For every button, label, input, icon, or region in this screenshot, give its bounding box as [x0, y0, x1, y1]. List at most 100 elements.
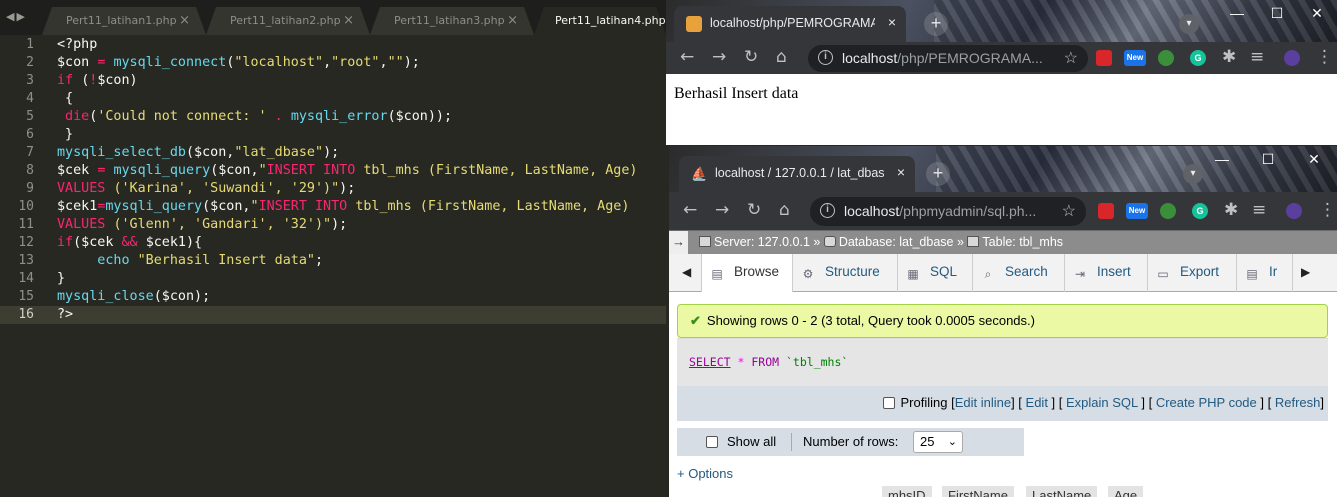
editor-tab-latihan3[interactable]: Pert11_latihan3.php ×: [370, 7, 534, 35]
code-line[interactable]: 3 if (!$con): [0, 72, 666, 90]
browser-tab[interactable]: localhost/php/PEMROGRAMAN W ×: [674, 6, 906, 42]
code-line[interactable]: 13 echo "Berhasil Insert data";: [0, 252, 666, 270]
options-link[interactable]: + Options: [677, 466, 733, 481]
code-line[interactable]: 16 ?>: [0, 306, 666, 324]
close-icon[interactable]: ×: [507, 7, 518, 35]
code-token: $con: [57, 55, 98, 70]
back-icon[interactable]: ←: [680, 47, 694, 67]
tab-nav-arrows-icon[interactable]: ◀▶: [6, 10, 27, 23]
close-icon[interactable]: ×: [897, 164, 905, 180]
number-of-rows-select[interactable]: 25 ⌄: [913, 431, 963, 453]
collapse-nav-icon[interactable]: →: [669, 231, 688, 254]
reading-list-icon[interactable]: ≡: [1252, 200, 1266, 220]
site-info-icon[interactable]: i: [818, 50, 833, 65]
column-header[interactable]: Age: [1108, 486, 1144, 497]
site-info-icon[interactable]: i: [820, 203, 835, 218]
minimize-button[interactable]: —: [1217, 0, 1257, 30]
editor-tab-latihan1[interactable]: Pert11_latihan1.php ×: [42, 7, 206, 35]
extension-icon[interactable]: [1158, 50, 1174, 66]
query-tools: Profiling [Edit inline] [ Edit ] [ Expla…: [677, 386, 1328, 421]
brave-shield-icon[interactable]: [1096, 50, 1112, 66]
breadcrumb-server[interactable]: Server: 127.0.0.1: [714, 235, 810, 249]
column-header[interactable]: FirstName: [942, 486, 1014, 497]
code-line[interactable]: 15 mysqli_close($con);: [0, 288, 666, 306]
code-line[interactable]: 2 $con = mysqli_connect("localhost","root…: [0, 54, 666, 72]
profiling-checkbox[interactable]: [882, 397, 895, 409]
address-bar[interactable]: i localhost/phpmyadmin/sql.ph... ☆: [810, 197, 1086, 226]
close-icon[interactable]: ×: [179, 7, 190, 35]
code-line[interactable]: 12 if($cek && $cek1){: [0, 234, 666, 252]
code-line[interactable]: 5 die('Could not connect: ' . mysqli_err…: [0, 108, 666, 126]
code-line[interactable]: 10 $cek1=mysqli_query($con,"INSERT INTO t…: [0, 198, 666, 216]
code-line[interactable]: 14}: [0, 270, 666, 288]
reload-icon[interactable]: ↻: [744, 47, 758, 67]
tab-export[interactable]: ▭ Export: [1148, 254, 1237, 292]
create-php-code-link[interactable]: Create PHP code: [1156, 395, 1257, 410]
code-area[interactable]: 1 <?php 2 $con = mysqli_connect("localhost"…: [0, 36, 666, 497]
extension-icon[interactable]: [1160, 203, 1176, 219]
show-all-checkbox[interactable]: [706, 436, 718, 448]
code-token: ($cek: [73, 235, 122, 250]
reload-icon[interactable]: ↻: [747, 200, 761, 220]
tab-insert[interactable]: ⇥ Insert: [1065, 254, 1148, 292]
scroll-right-icon[interactable]: ▶: [1301, 265, 1310, 279]
tab-browse[interactable]: ▤ Browse: [701, 254, 793, 292]
profile-avatar[interactable]: [1286, 203, 1302, 219]
forward-icon[interactable]: →: [712, 47, 726, 67]
refresh-link[interactable]: Refresh: [1275, 395, 1321, 410]
new-tab-button[interactable]: +: [926, 162, 950, 186]
back-icon[interactable]: ←: [683, 200, 697, 220]
bookmark-star-icon[interactable]: ☆: [1062, 201, 1076, 221]
line-number: 16: [18, 307, 34, 322]
browser-tab[interactable]: ⛵ localhost / 127.0.0.1 / lat_dbase / ×: [679, 156, 915, 192]
tab-sql[interactable]: ▦ SQL: [898, 254, 973, 292]
minimize-button[interactable]: —: [1199, 146, 1245, 176]
code-line[interactable]: 8 $cek = mysqli_query($con,"INSERT INTO t…: [0, 162, 666, 180]
code-line[interactable]: 7 mysqli_select_db($con,"lat_dbase");: [0, 144, 666, 162]
new-extension-icon[interactable]: New: [1126, 203, 1148, 219]
tab-structure[interactable]: ⚙ Structure: [793, 254, 898, 292]
tab-import[interactable]: ▤ Ir: [1237, 254, 1293, 292]
reading-list-icon[interactable]: ≡: [1250, 47, 1264, 67]
breadcrumb-database[interactable]: Database: lat_dbase: [839, 235, 954, 249]
close-window-button[interactable]: ✕: [1297, 0, 1337, 30]
maximize-button[interactable]: ☐: [1245, 146, 1291, 176]
code-line[interactable]: 6 }: [0, 126, 666, 144]
edit-link[interactable]: Edit: [1026, 395, 1048, 410]
grammarly-icon[interactable]: G: [1190, 50, 1206, 66]
maximize-button[interactable]: ☐: [1257, 0, 1297, 30]
address-bar[interactable]: i localhost/php/PEMROGRAMA... ☆: [808, 45, 1088, 72]
explain-sql-link[interactable]: Explain SQL: [1066, 395, 1138, 410]
tab-search[interactable]: ⌕ Search: [973, 254, 1065, 292]
forward-icon[interactable]: →: [715, 200, 729, 220]
new-extension-icon[interactable]: New: [1124, 50, 1146, 66]
home-icon[interactable]: ⌂: [779, 200, 790, 220]
home-icon[interactable]: ⌂: [776, 47, 787, 67]
tab-search-icon[interactable]: ▾: [1179, 14, 1199, 34]
close-icon[interactable]: ×: [343, 7, 354, 35]
bookmark-star-icon[interactable]: ☆: [1064, 48, 1078, 68]
close-window-button[interactable]: ✕: [1291, 146, 1337, 176]
code-editor[interactable]: ◀▶ Pert11_latihan1.php × Pert11_latihan2.…: [0, 0, 666, 497]
grammarly-icon[interactable]: G: [1192, 203, 1208, 219]
code-line[interactable]: 1 <?php: [0, 36, 666, 54]
close-icon[interactable]: ×: [888, 14, 896, 30]
puzzle-extensions-icon[interactable]: ✱: [1222, 47, 1236, 67]
breadcrumb-table[interactable]: Table: tbl_mhs: [982, 235, 1063, 249]
column-header[interactable]: LastName: [1026, 486, 1098, 497]
profile-avatar[interactable]: [1284, 50, 1300, 66]
scroll-left-icon[interactable]: ◀: [682, 265, 691, 279]
code-token: ?>: [57, 307, 74, 322]
code-line[interactable]: 11 VALUES ('Glenn', 'Gandari', '32')");: [0, 216, 666, 234]
brave-shield-icon[interactable]: [1098, 203, 1114, 219]
puzzle-extensions-icon[interactable]: ✱: [1224, 200, 1238, 220]
new-tab-button[interactable]: +: [924, 12, 948, 36]
edit-inline-link[interactable]: Edit inline: [955, 395, 1011, 410]
editor-tab-latihan4[interactable]: Pert11_latihan4.php: [534, 7, 666, 35]
menu-icon[interactable]: ⋮: [1316, 47, 1333, 67]
code-line[interactable]: 4 {: [0, 90, 666, 108]
code-line[interactable]: 9 VALUES ('Karina', 'Suwandi', '29')");: [0, 180, 666, 198]
column-header[interactable]: mhsID: [882, 486, 932, 497]
editor-tab-latihan2[interactable]: Pert11_latihan2.php ×: [206, 7, 370, 35]
menu-icon[interactable]: ⋮: [1319, 200, 1336, 220]
